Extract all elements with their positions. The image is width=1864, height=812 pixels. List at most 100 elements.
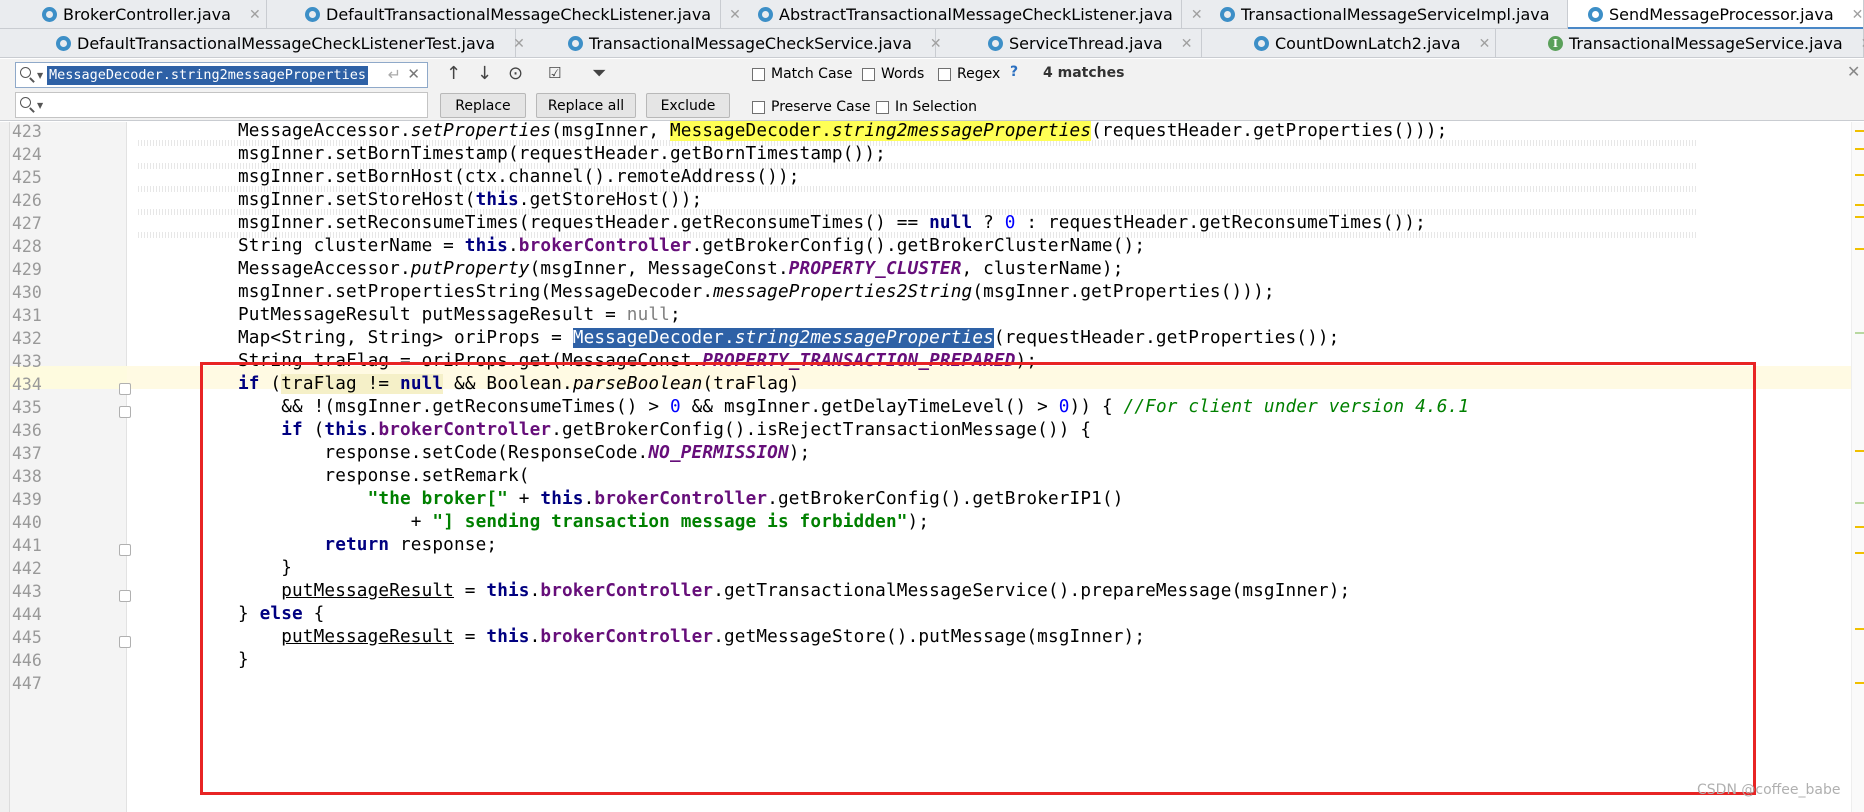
clear-search-icon[interactable]: ✕ (407, 65, 420, 83)
line-number: 443 (12, 582, 42, 601)
replace-input[interactable]: ▼ (15, 92, 428, 118)
fold-icon[interactable] (119, 636, 131, 648)
search-query[interactable]: MessageDecoder.string2messageProperties (47, 66, 368, 85)
fold-icon[interactable] (119, 544, 131, 556)
code-line[interactable]: } (238, 649, 249, 672)
line-number: 425 (12, 168, 42, 187)
line-number: 434 (12, 375, 42, 394)
replace-all-button[interactable]: Replace all (536, 93, 636, 118)
code-line[interactable]: msgInner.setBornHost(ctx.channel().remot… (238, 166, 800, 189)
tab-transactional-message-service[interactable]: I TransactionalMessageService.java ✕ (1528, 29, 1864, 58)
code-line[interactable]: + "] sending transaction message is forb… (238, 511, 929, 534)
line-number: 442 (12, 559, 42, 578)
code-line[interactable]: String traFlag = oriProps.get(MessageCon… (238, 350, 1037, 373)
close-icon[interactable]: ✕ (1181, 36, 1193, 52)
close-find-icon[interactable]: ✕ (1847, 62, 1860, 81)
checkbox-box[interactable] (876, 100, 889, 114)
find-all-icon[interactable]: ⊙ (508, 63, 523, 84)
code-line[interactable]: if (this.brokerController.getBrokerConfi… (238, 419, 1091, 442)
select-all-occurrences-icon[interactable]: ☑ (548, 64, 561, 82)
checkbox-box[interactable] (752, 100, 765, 114)
code-line[interactable]: msgInner.setPropertiesString(MessageDeco… (238, 281, 1275, 304)
fold-icon[interactable] (119, 590, 131, 602)
code-editor[interactable]: 423 424 425 426 427 428 429 430 431 432 … (0, 120, 1864, 812)
match-case-checkbox[interactable]: Match Case (752, 66, 852, 82)
code-line[interactable]: putMessageResult = this.brokerController… (238, 626, 1145, 649)
code-line[interactable]: response.setRemark( (238, 465, 530, 488)
close-icon[interactable]: ✕ (513, 36, 525, 52)
next-occurrence-icon[interactable]: ↓ (477, 63, 492, 84)
line-number: 424 (12, 145, 42, 164)
tab-send-message-processor[interactable]: SendMessageProcessor.java ✕ (1568, 0, 1864, 30)
close-icon[interactable]: ✕ (1861, 36, 1864, 52)
code-line[interactable]: msgInner.setBornTimestamp(requestHeader.… (238, 143, 886, 166)
change-marker (1855, 332, 1864, 334)
occurrence-marker (1855, 526, 1864, 528)
code-line[interactable]: MessageAccessor.putProperty(msgInner, Me… (238, 258, 1124, 281)
line-number: 431 (12, 306, 42, 325)
code-line[interactable]: if (traFlag != null && Boolean.parseBool… (238, 373, 800, 396)
class-icon (1254, 36, 1269, 51)
tab-transactional-service-impl[interactable]: TransactionalMessageServiceImpl.java ✕ (1200, 0, 1579, 29)
code-line[interactable]: } (238, 557, 292, 580)
tab-abstract-transactional-listener[interactable]: AbstractTransactionalMessageCheckListene… (738, 0, 1203, 29)
close-icon[interactable]: ✕ (249, 7, 261, 23)
search-input[interactable]: ▼ MessageDecoder.string2messagePropertie… (15, 62, 428, 88)
checkbox-box[interactable] (752, 67, 765, 81)
newline-icon[interactable]: ↵ (388, 65, 401, 84)
words-checkbox[interactable]: Words (862, 66, 924, 82)
tab-service-thread[interactable]: ServiceThread.java ✕ (968, 29, 1202, 58)
code-line[interactable]: msgInner.setReconsumeTimes(requestHeader… (238, 212, 1426, 235)
match-case-label: Match Case (771, 66, 853, 82)
line-number: 436 (12, 421, 42, 440)
close-icon[interactable]: ✕ (1479, 36, 1491, 52)
code-line[interactable]: response.setCode(ResponseCode.NO_PERMISS… (238, 442, 810, 465)
line-number: 437 (12, 444, 42, 463)
tab-default-transactional-listener[interactable]: DefaultTransactionalMessageCheckListener… (285, 0, 741, 29)
in-selection-checkbox[interactable]: In Selection (876, 99, 977, 115)
editor-tab-row-2: DefaultTransactionalMessageCheckListener… (0, 29, 1864, 58)
code-line[interactable]: MessageAccessor.setProperties(msgInner, … (238, 120, 1447, 143)
class-icon (988, 36, 1003, 51)
tab-listener-test[interactable]: DefaultTransactionalMessageCheckListener… (36, 29, 525, 58)
close-icon[interactable]: ✕ (930, 36, 942, 52)
code-line[interactable]: Map<String, String> oriProps = MessageDe… (238, 327, 1339, 350)
history-dropdown-icon[interactable]: ▼ (37, 101, 43, 110)
fold-icon[interactable] (119, 383, 131, 395)
tab-transactional-check-service[interactable]: TransactionalMessageCheckService.java ✕ (548, 29, 942, 58)
tab-countdown-latch[interactable]: CountDownLatch2.java ✕ (1234, 29, 1496, 58)
checkbox-box[interactable] (938, 67, 951, 81)
tab-broker-controller[interactable]: BrokerController.java ✕ (22, 0, 267, 29)
tab-label: AbstractTransactionalMessageCheckListene… (779, 5, 1173, 24)
checkbox-box[interactable] (862, 67, 875, 81)
code-line[interactable]: msgInner.setStoreHost(this.getStoreHost(… (238, 189, 702, 212)
code-line[interactable]: } else { (238, 603, 324, 626)
code-line[interactable]: PutMessageResult putMessageResult = null… (238, 304, 681, 327)
preserve-case-checkbox[interactable]: Preserve Case (752, 99, 871, 115)
exclude-button[interactable]: Exclude (646, 93, 730, 118)
code-line[interactable]: putMessageResult = this.brokerController… (238, 580, 1350, 603)
code-line[interactable]: return response; (238, 534, 497, 557)
previous-occurrence-icon[interactable]: ↑ (446, 63, 461, 84)
watermark: CSDN @coffee_babe (1697, 782, 1841, 798)
occurrence-marker (1855, 174, 1864, 176)
history-dropdown-icon[interactable]: ▼ (37, 71, 43, 80)
code-line[interactable]: String clusterName = this.brokerControll… (238, 235, 1145, 258)
replace-button[interactable]: Replace (440, 93, 526, 118)
filter-icon[interactable]: ⏷ (592, 63, 606, 84)
tab-label: TransactionalMessageService.java (1569, 34, 1843, 53)
regex-help-link[interactable]: ? (1010, 64, 1018, 80)
line-number: 432 (12, 329, 42, 348)
fold-icon[interactable] (119, 406, 131, 418)
close-icon[interactable]: ✕ (1852, 7, 1864, 23)
search-icon[interactable] (20, 67, 31, 78)
code-line[interactable]: "the broker[" + this.brokerController.ge… (238, 488, 1124, 511)
code-line[interactable]: && !(msgInner.getReconsumeTimes() > 0 &&… (238, 396, 1469, 419)
search-icon (20, 97, 31, 108)
class-icon (42, 7, 57, 22)
line-number: 433 (12, 352, 42, 371)
line-number: 426 (12, 191, 42, 210)
class-icon (568, 36, 583, 51)
regex-checkbox[interactable]: Regex (938, 66, 1000, 82)
editor-tab-row-1: BrokerController.java ✕ DefaultTransacti… (0, 0, 1864, 30)
